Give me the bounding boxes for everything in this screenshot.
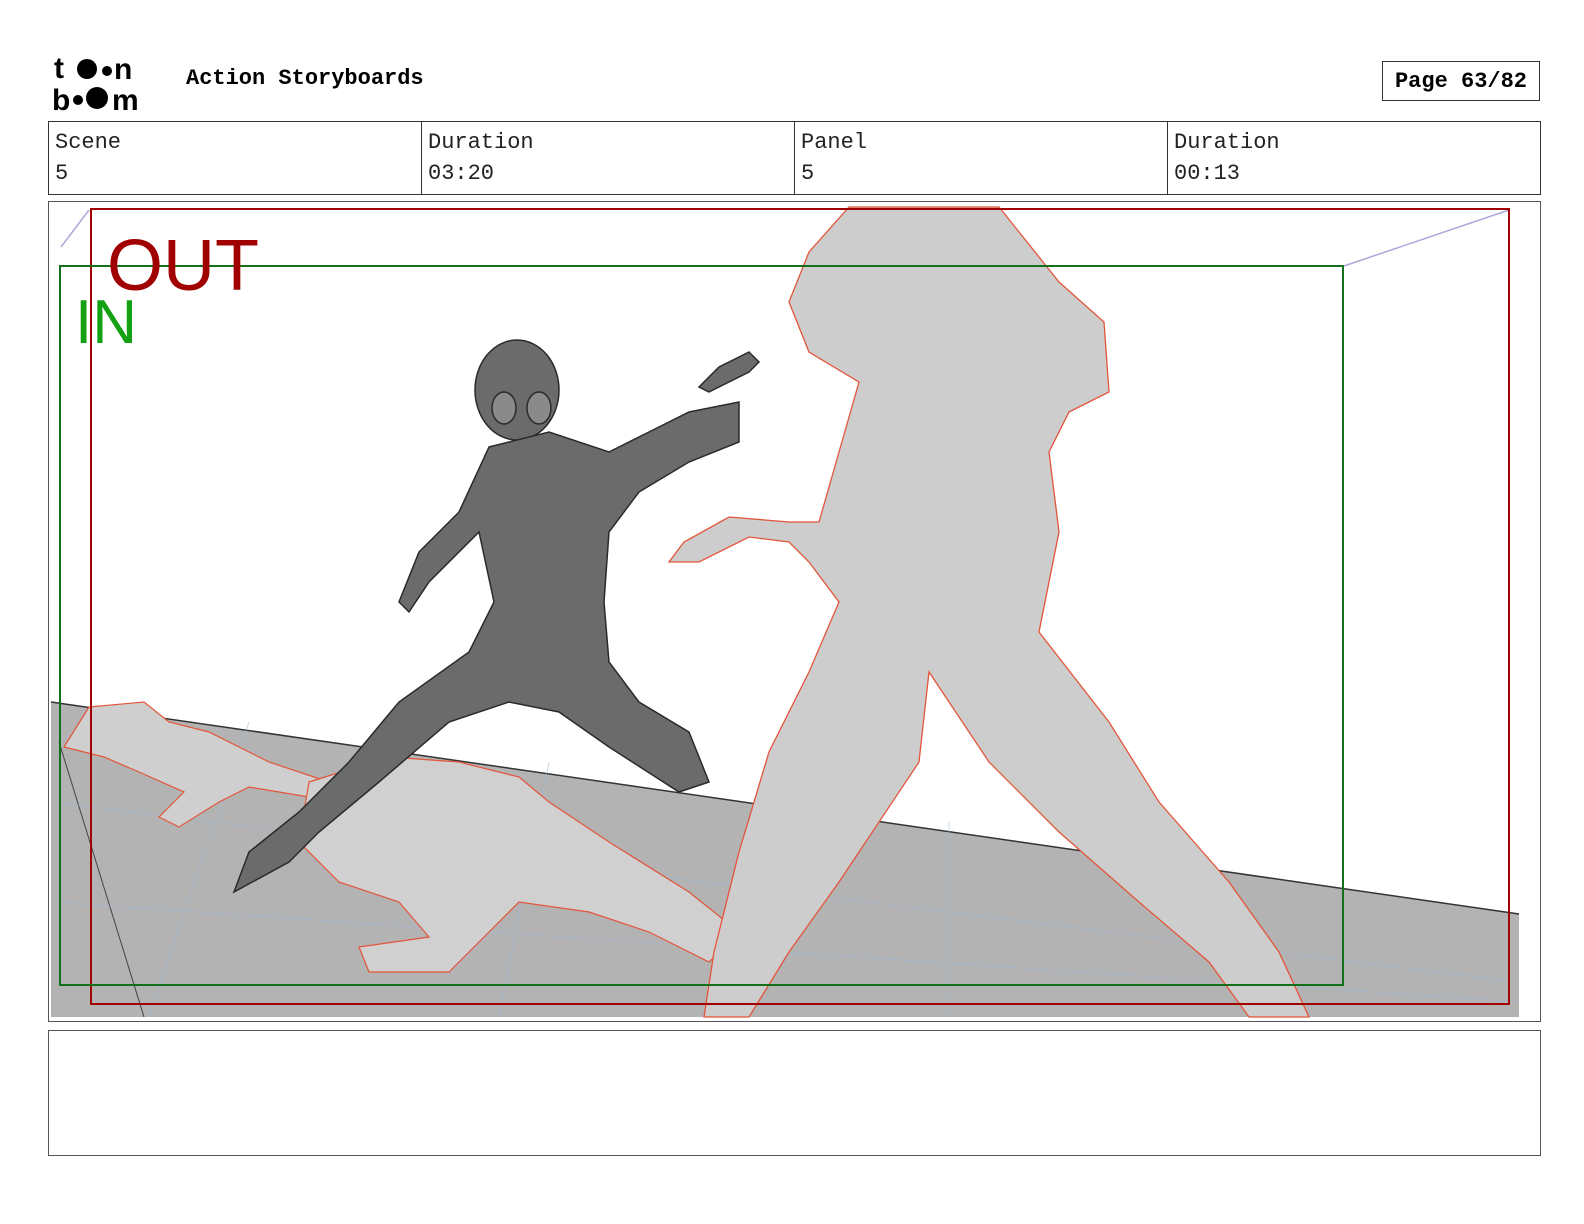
panel-value: 5 bbox=[801, 161, 815, 186]
document-title: Action Storyboards bbox=[186, 66, 424, 91]
scene-cell: Scene 5 bbox=[49, 122, 422, 194]
svg-text:b: b bbox=[52, 84, 70, 114]
panel-label: Panel bbox=[801, 130, 868, 155]
scene-duration-label: Duration bbox=[428, 130, 534, 155]
panel-notes-box bbox=[48, 1030, 1541, 1156]
svg-text:m: m bbox=[112, 84, 139, 114]
toon-boom-logo: t n b m bbox=[52, 52, 139, 114]
scene-duration-value: 03:20 bbox=[428, 161, 495, 186]
page-number: Page 63/82 bbox=[1382, 61, 1540, 101]
scene-label: Scene bbox=[55, 130, 122, 155]
svg-text:t: t bbox=[54, 52, 64, 85]
panel-sketch bbox=[50, 206, 1520, 1018]
panel-duration-label: Duration bbox=[1174, 130, 1280, 155]
panel-cell: Panel 5 bbox=[795, 122, 1168, 194]
svg-text:n: n bbox=[114, 53, 132, 86]
storyboard-panel: OUT IN bbox=[48, 201, 1541, 1022]
panel-duration-cell: Duration 00:13 bbox=[1168, 122, 1540, 194]
scene-value: 5 bbox=[55, 161, 69, 186]
panel-duration-value: 00:13 bbox=[1174, 161, 1241, 186]
in-label: IN bbox=[75, 288, 137, 357]
scene-info-table: Scene 5 Duration 03:20 Panel 5 Duration … bbox=[48, 121, 1541, 195]
scene-duration-cell: Duration 03:20 bbox=[422, 122, 795, 194]
